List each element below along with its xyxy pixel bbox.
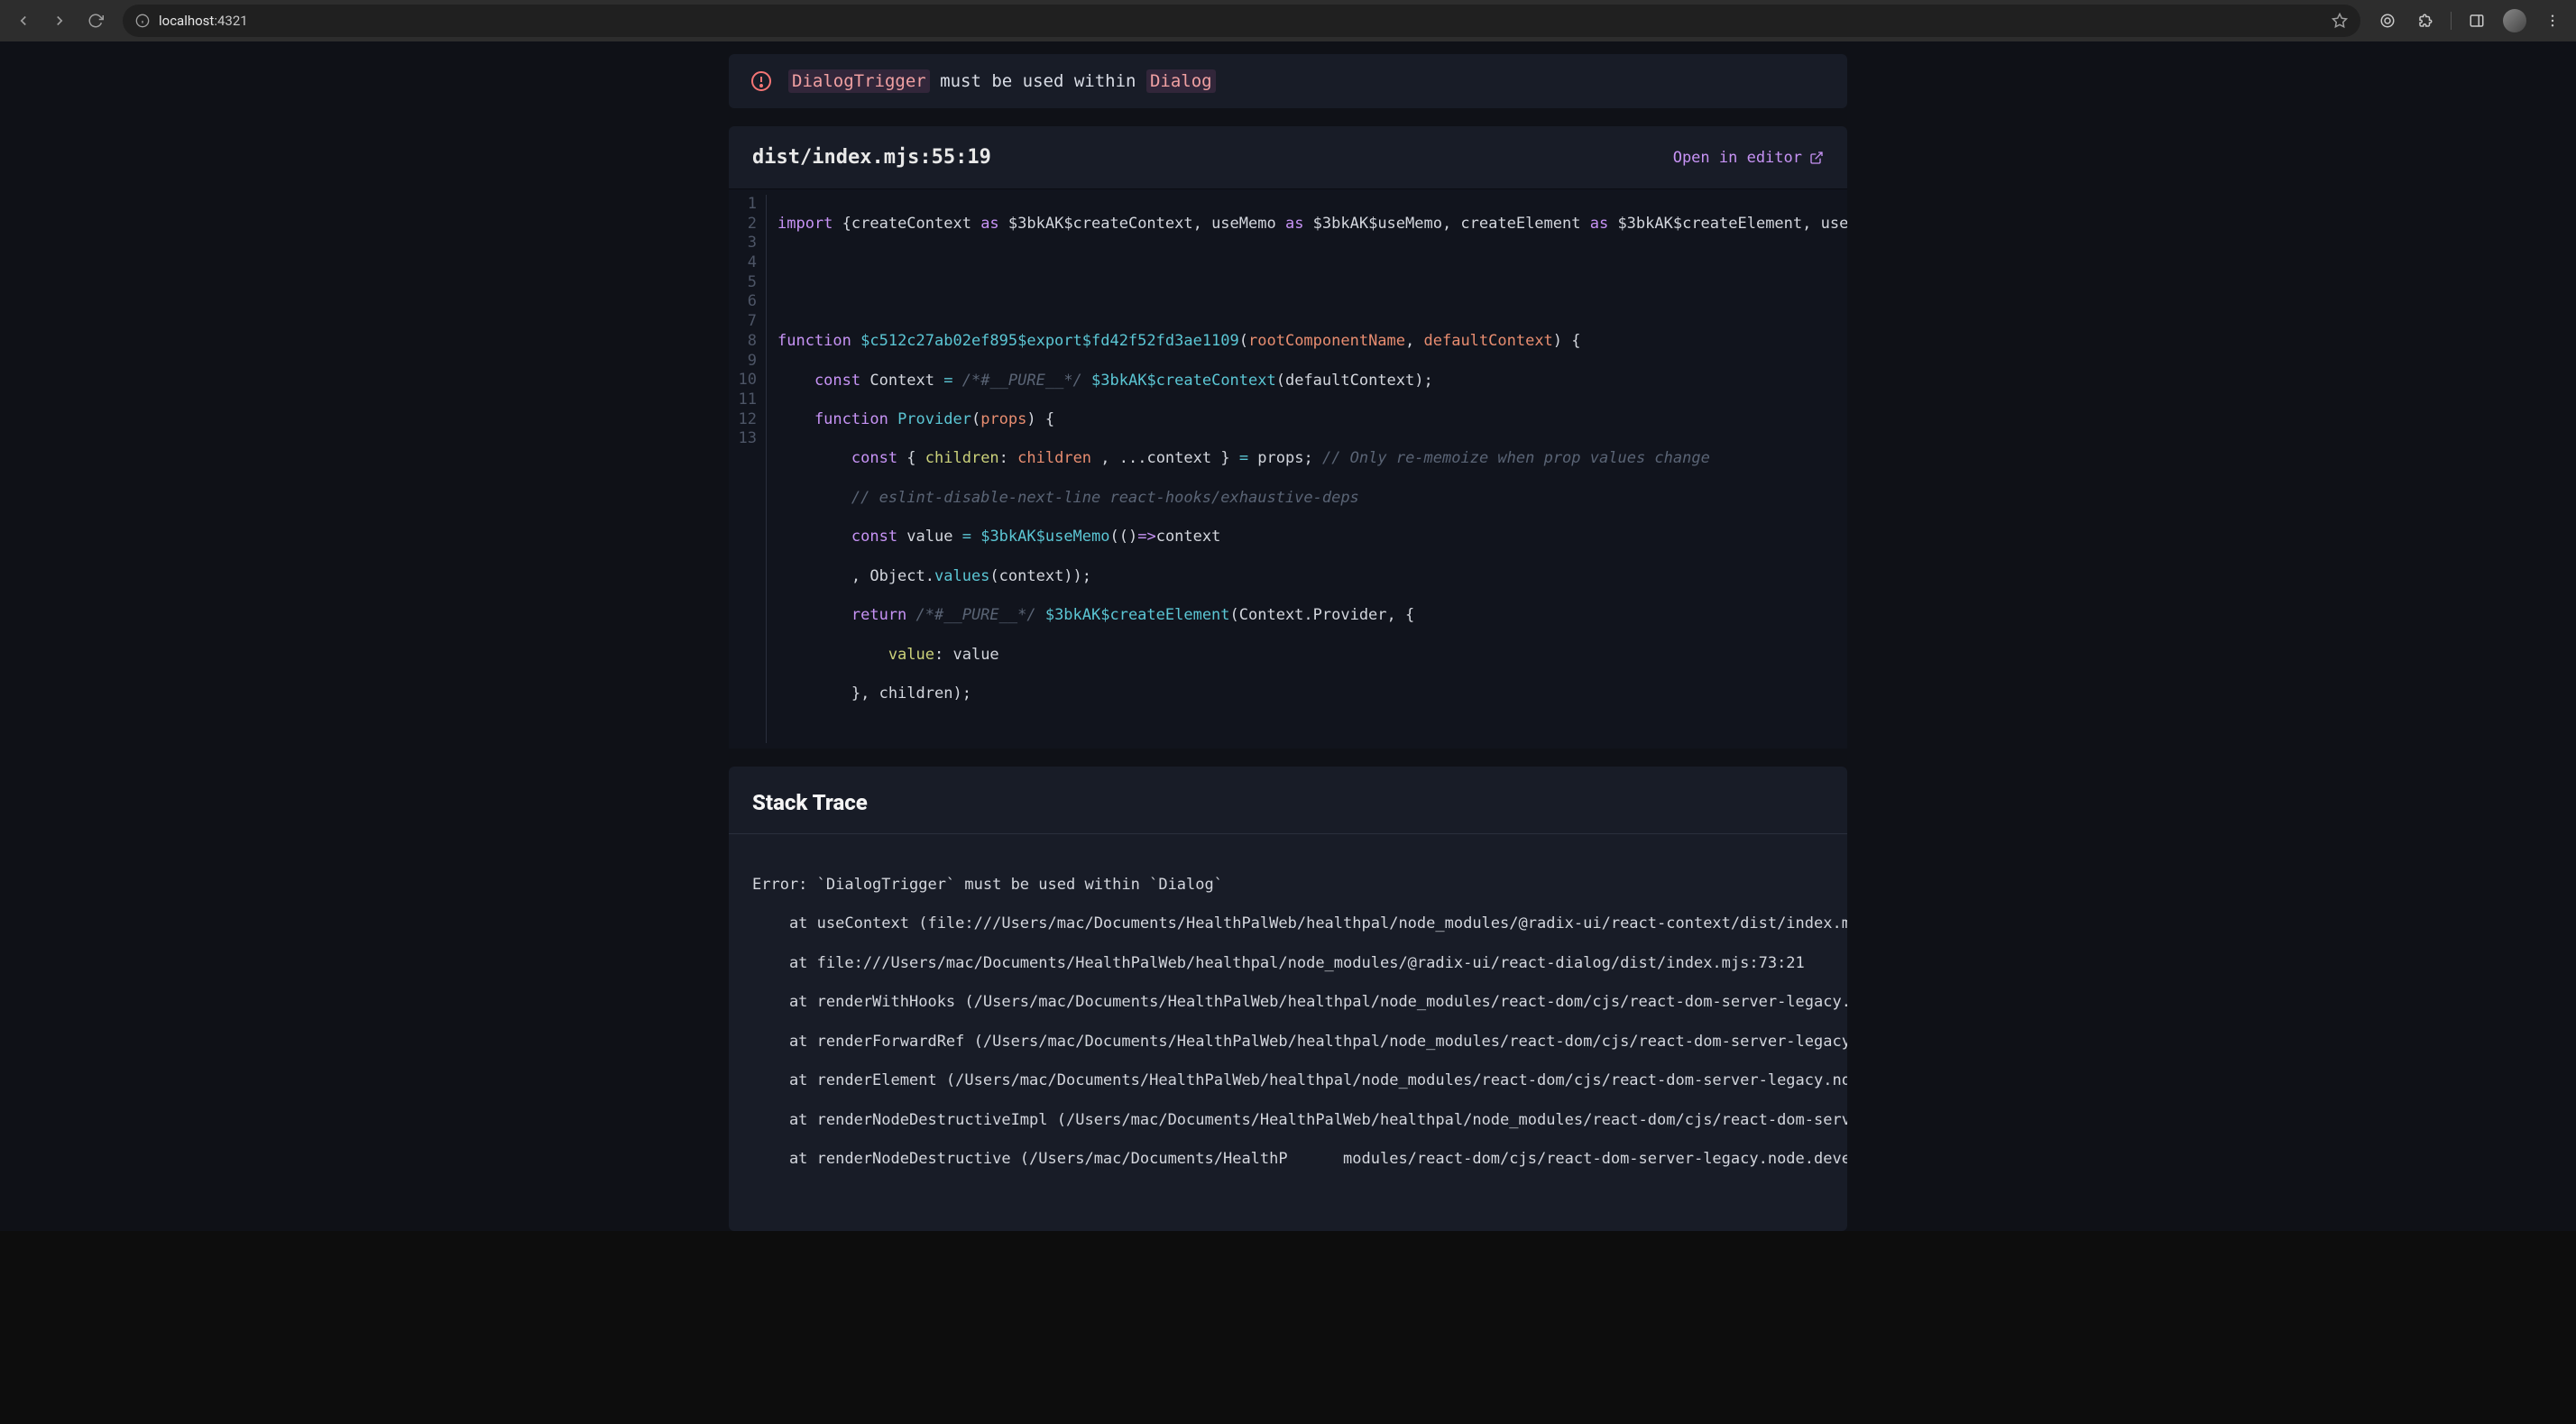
stack-line: at renderWithHooks (/Users/mac/Documents… [752,993,1824,1013]
page-content: DialogTrigger must be used within Dialog… [0,41,2576,1231]
external-link-icon [1809,151,1824,165]
arrow-left-icon [15,13,32,29]
puzzle-icon [2417,13,2433,29]
stack-line: at renderNodeDestructiveImpl (/Users/mac… [752,1111,1824,1131]
sidepanel-button[interactable] [2461,5,2493,37]
stack-panel: Stack Trace Error: `DialogTrigger` must … [729,767,1847,1231]
stack-title: Stack Trace [729,767,1847,834]
extensions-button[interactable] [2409,5,2442,37]
forward-button[interactable] [43,5,76,37]
stack-line: at renderForwardRef (/Users/mac/Document… [752,1033,1824,1052]
url-bar[interactable]: localhost:4321 [123,5,2360,37]
back-button[interactable] [7,5,40,37]
code-block: 1 2 3 4 5 6 7 8 9 10 11 12 13 import {cr… [729,188,1847,749]
file-location: dist/index.mjs:55:19 [752,146,991,169]
dots-vertical-icon [2544,13,2561,29]
divider [2451,12,2452,30]
profile-button[interactable] [2498,5,2531,37]
menu-button[interactable] [2536,5,2569,37]
info-icon [135,14,150,28]
error-message: DialogTrigger must be used within Dialog [788,71,1216,91]
open-in-editor-link[interactable]: Open in editor [1673,149,1824,167]
chrome-actions [2371,5,2569,37]
reload-icon [87,13,104,29]
browser-toolbar: localhost:4321 [0,0,2576,41]
star-icon[interactable] [2332,13,2348,29]
code-lines: import {createContext as $3bkAK$createCo… [767,195,1847,743]
stack-line: at useContext (file:///Users/mac/Documen… [752,914,1824,934]
error-class-2: Dialog [1146,69,1216,93]
arrow-right-icon [51,13,68,29]
sidepanel-icon [2469,13,2485,29]
error-class-1: DialogTrigger [788,69,930,93]
alert-icon [750,70,772,92]
line-gutter: 1 2 3 4 5 6 7 8 9 10 11 12 13 [729,195,767,743]
stack-body: Error: `DialogTrigger` must be used with… [729,834,1847,1231]
reload-button[interactable] [79,5,112,37]
error-banner: DialogTrigger must be used within Dialog [729,54,1847,108]
avatar [2503,9,2526,32]
code-header: dist/index.mjs:55:19 Open in editor [729,126,1847,188]
code-panel: dist/index.mjs:55:19 Open in editor 1 2 … [729,126,1847,749]
stack-line: at file:///Users/mac/Documents/HealthPal… [752,954,1824,974]
target-button[interactable] [2371,5,2404,37]
stack-line: at renderElement (/Users/mac/Documents/H… [752,1071,1824,1091]
stack-line: Error: `DialogTrigger` must be used with… [752,876,1824,896]
target-icon [2379,13,2396,29]
stack-line: at renderNodeDestructive (/Users/mac/Doc… [752,1150,1824,1170]
url-text: localhost:4321 [159,13,2323,29]
